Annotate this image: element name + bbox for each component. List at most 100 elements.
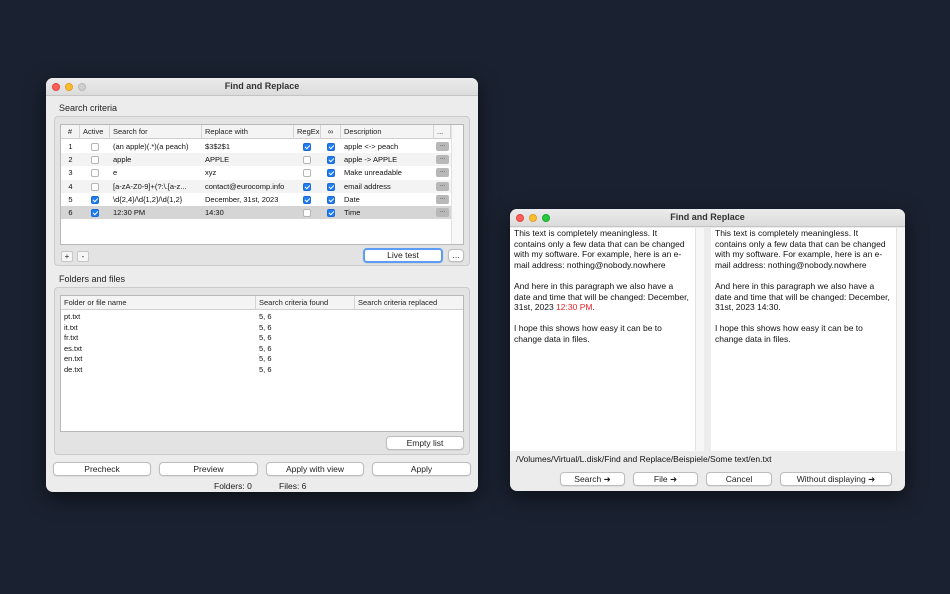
criteria-row[interactable]: 1 (an apple)(.*)(a peach) $3$2$1 apple <-> …: [61, 140, 451, 153]
search-for-cell[interactable]: apple: [110, 153, 202, 166]
search-criteria-table[interactable]: # Active Search for Replace with RegEx ∞…: [60, 124, 464, 245]
criteria-row[interactable]: 4 [a-zA-Z0-9]+(?:\.[a-z... contact@eurocom…: [61, 179, 451, 193]
col-header-description[interactable]: Description: [341, 125, 434, 139]
regex-checkbox[interactable]: [303, 195, 311, 204]
row-more-button[interactable]: ...: [436, 142, 449, 151]
regex-checkbox[interactable]: [303, 182, 311, 191]
criteria-replaced-cell: [355, 312, 465, 323]
search-for-cell[interactable]: e: [110, 166, 202, 179]
remove-criterion-button[interactable]: -: [77, 251, 89, 262]
col-header-active[interactable]: Active: [80, 125, 110, 139]
active-checkbox[interactable]: [91, 209, 99, 217]
file-row[interactable]: it.txt 5, 6: [61, 322, 463, 333]
search-for-cell[interactable]: [a-zA-Z0-9]+(?:\.[a-z...: [110, 180, 202, 193]
active-checkbox[interactable]: [91, 143, 99, 151]
row-number: 3: [68, 168, 73, 178]
search-for-cell[interactable]: (an apple)(.*)(a peach): [110, 140, 202, 153]
criteria-more-button[interactable]: ...: [448, 249, 464, 262]
criteria-row[interactable]: 3 e xyz Make unreadable...: [61, 166, 451, 180]
file-row[interactable]: fr.txt 5, 6: [61, 333, 463, 344]
files-count: Files: 6: [279, 481, 307, 491]
preview-window-titlebar[interactable]: Find and Replace: [510, 209, 905, 227]
replace-with-cell[interactable]: $3$2$1: [202, 140, 294, 153]
find-replace-main-window: Find and Replace Search criteria # Activ…: [46, 78, 478, 492]
active-checkbox[interactable]: [91, 169, 99, 178]
row-more-button[interactable]: ...: [436, 194, 449, 204]
main-window-titlebar[interactable]: Find and Replace: [46, 78, 478, 96]
add-criterion-button[interactable]: +: [61, 251, 73, 262]
cancel-button[interactable]: Cancel: [706, 472, 772, 486]
link-checkbox[interactable]: [327, 209, 335, 217]
criteria-found-cell: 5, 6: [259, 343, 272, 353]
row-more-button[interactable]: ...: [436, 168, 449, 178]
without-displaying-button[interactable]: Without displaying ➜: [780, 472, 892, 486]
col-header-replace-with[interactable]: Replace with: [202, 125, 294, 139]
empty-list-button[interactable]: Empty list: [386, 436, 464, 450]
search-for-cell[interactable]: \d{2,4}/\d{1,2}/\d{1,2}: [110, 193, 202, 206]
description-cell[interactable]: apple -> APPLE: [341, 153, 434, 166]
criteria-replaced-cell: [355, 333, 465, 344]
file-row[interactable]: en.txt 5, 6: [61, 354, 463, 365]
description-cell[interactable]: email address: [341, 180, 434, 193]
criteria-row[interactable]: 6 12:30 PM 14:30 Time...: [61, 206, 451, 219]
original-paragraph-2: And here in this paragraph we also have …: [514, 281, 691, 313]
row-more-button[interactable]: ...: [436, 181, 449, 191]
active-checkbox[interactable]: [91, 195, 99, 204]
col-header-more[interactable]: ...: [434, 125, 451, 139]
col-header-criteria-found[interactable]: Search criteria found: [256, 296, 355, 310]
regex-checkbox[interactable]: [303, 209, 311, 217]
criteria-row[interactable]: 2 apple APPLE apple -> APPLE...: [61, 153, 451, 167]
replace-with-cell[interactable]: 14:30: [202, 206, 294, 219]
file-name-cell: pt.txt: [64, 312, 81, 321]
col-header-number[interactable]: #: [61, 125, 80, 139]
replace-with-cell[interactable]: xyz: [202, 166, 294, 179]
col-header-regex[interactable]: RegEx: [294, 125, 321, 139]
regex-checkbox[interactable]: [303, 169, 311, 178]
active-checkbox[interactable]: [91, 156, 99, 165]
apply-with-view-button[interactable]: Apply with view: [266, 462, 364, 476]
col-header-file-name[interactable]: Folder or file name: [61, 296, 256, 310]
replaced-pane-scrollbar[interactable]: [896, 228, 905, 451]
regex-checkbox[interactable]: [303, 143, 311, 151]
link-checkbox[interactable]: [327, 182, 335, 191]
apply-button[interactable]: Apply: [372, 462, 471, 476]
precheck-button[interactable]: Precheck: [53, 462, 151, 476]
row-number: 4: [68, 181, 73, 191]
file-row[interactable]: de.txt 5, 6: [61, 364, 463, 375]
replace-with-cell[interactable]: December, 31st, 2023: [202, 193, 294, 206]
preview-button[interactable]: Preview: [159, 462, 258, 476]
file-row[interactable]: es.txt 5, 6: [61, 343, 463, 354]
row-more-button[interactable]: ...: [436, 208, 449, 217]
description-cell[interactable]: Date: [341, 193, 434, 206]
file-next-button[interactable]: File ➜: [633, 472, 698, 486]
link-checkbox[interactable]: [327, 169, 335, 178]
original-text-pane[interactable]: This text is completely meaningless. It …: [510, 228, 695, 451]
search-for-cell[interactable]: 12:30 PM: [110, 206, 202, 219]
file-row[interactable]: pt.txt 5, 6: [61, 312, 463, 323]
description-cell[interactable]: Make unreadable: [341, 166, 434, 179]
criteria-table-scrollbar[interactable]: [451, 125, 463, 244]
replaced-paragraph-2: And here in this paragraph we also have …: [715, 280, 890, 313]
criteria-row[interactable]: 5 \d{2,4}/\d{1,2}/\d{1,2} December, 31st, …: [61, 192, 451, 206]
files-table[interactable]: Folder or file name Search criteria foun…: [60, 295, 464, 432]
regex-checkbox[interactable]: [303, 156, 311, 165]
criteria-found-cell: 5, 6: [259, 354, 272, 363]
description-cell[interactable]: Time: [341, 206, 434, 219]
col-header-search-for[interactable]: Search for: [110, 125, 202, 139]
active-checkbox[interactable]: [91, 182, 99, 191]
description-cell[interactable]: apple <-> peach: [341, 140, 434, 153]
replace-with-cell[interactable]: APPLE: [202, 153, 294, 166]
preview-window-title: Find and Replace: [670, 212, 745, 222]
link-checkbox[interactable]: [327, 195, 335, 204]
search-next-button[interactable]: Search ➜: [560, 472, 625, 486]
link-checkbox[interactable]: [327, 143, 335, 151]
link-checkbox[interactable]: [327, 156, 335, 165]
original-pane-scrollbar[interactable]: [695, 228, 704, 451]
live-test-button[interactable]: Live test: [363, 248, 443, 263]
row-more-button[interactable]: ...: [436, 155, 449, 165]
replace-with-cell[interactable]: contact@eurocomp.info: [202, 180, 294, 193]
col-header-criteria-replaced[interactable]: Search criteria replaced: [355, 296, 465, 310]
replaced-text-pane[interactable]: This text is completely meaningless. It …: [711, 228, 896, 451]
folders-files-box: Folder or file name Search criteria foun…: [54, 287, 470, 455]
col-header-infinity-icon[interactable]: ∞: [321, 125, 341, 139]
